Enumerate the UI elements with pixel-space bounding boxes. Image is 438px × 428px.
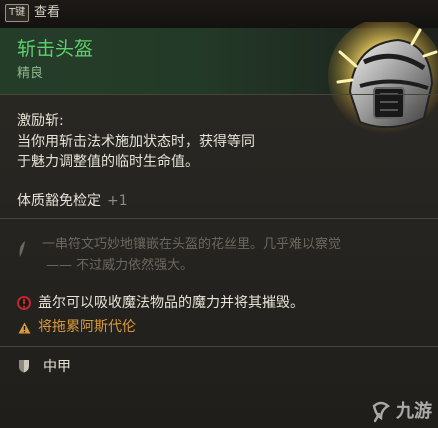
footer-divider [0, 346, 438, 347]
site-logo-icon [372, 401, 391, 423]
item-name: 斩击头盔 [17, 38, 94, 60]
shield-icon [19, 360, 29, 373]
passive-description: 当你用斩击法术施加状态时，获得等同 于魅力调整值的临时生命值。 [17, 132, 255, 172]
special-property: 盖尔可以吸收魔法物品的魔力并将其摧毁。 [38, 295, 304, 311]
flavor-text: 一串符文巧妙地镶嵌在头盔的花丝里。几乎难以察觉 —— 不过威力依然强大。 [42, 234, 422, 276]
quill-icon [19, 241, 25, 257]
item-rarity: 精良 [17, 66, 44, 81]
no-consume-icon [17, 296, 31, 310]
saving-throw: 体质豁免检定 +1 [17, 192, 128, 210]
header-divider [0, 94, 438, 95]
companion-warning: 将拖累阿斯代伦 [38, 319, 136, 335]
passive-title: 激励斩: [17, 113, 64, 129]
watermark: 九游 [370, 401, 432, 423]
examine-label[interactable]: 查看 [34, 4, 60, 21]
saving-throw-label: 体质豁免检定 [17, 193, 101, 209]
item-tooltip: 斩击头盔 精良 激励斩: 当你用斩击法术施加状态时，获得等同 于魅力调整值的临时… [0, 22, 438, 428]
saving-throw-bonus: +1 [107, 193, 128, 209]
warning-icon [18, 322, 31, 334]
passive-description-line: 于魅力调整值的临时生命值。 [17, 154, 199, 170]
flavor-line: 一串符文巧妙地镶嵌在头盔的花丝里。几乎难以察觉 [42, 237, 342, 252]
helmet-icon [328, 22, 438, 134]
armor-type: 中甲 [43, 359, 71, 375]
passive-description-line: 当你用斩击法术施加状态时，获得等同 [17, 134, 255, 150]
key-hint: T键 [5, 4, 30, 22]
watermark-text: 九游 [396, 401, 432, 422]
flavor-line: —— 不过威力依然强大。 [46, 258, 194, 273]
flavor-divider [0, 218, 438, 219]
